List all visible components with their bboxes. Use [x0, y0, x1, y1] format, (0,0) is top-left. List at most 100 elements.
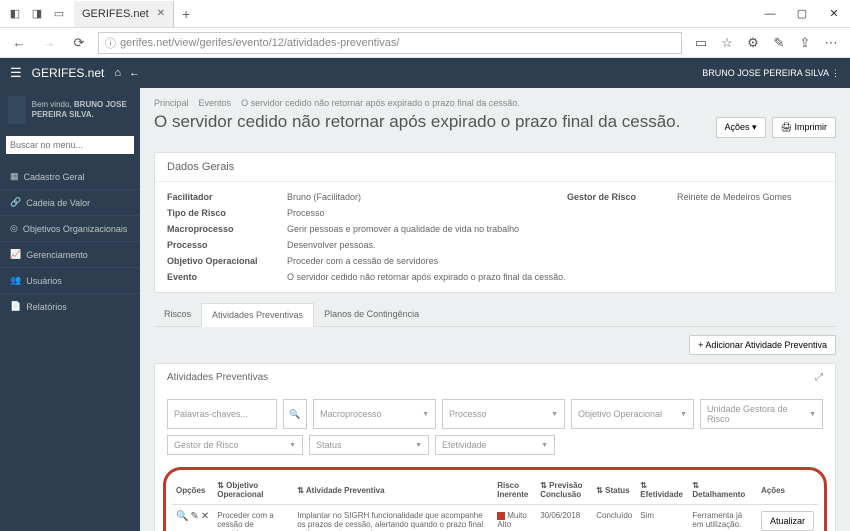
view-icon[interactable]: 🔍	[176, 511, 188, 522]
highlighted-table: Opções Objetivo Operacional Atividade Pr…	[163, 467, 827, 531]
cell-ativ: Implantar no SIGRH funcionalidade que ac…	[293, 505, 493, 531]
chart-icon: 📈	[10, 249, 21, 260]
back-button[interactable]: ←	[8, 32, 30, 54]
close-window-button[interactable]: ✕	[818, 1, 850, 27]
tab-title: GERIFES.net	[82, 8, 149, 20]
settings-icon[interactable]: ⚙	[742, 32, 764, 54]
col-previsao[interactable]: Previsão Conclusão	[536, 476, 592, 505]
new-tab-button[interactable]: +	[174, 6, 198, 22]
col-detalhamento[interactable]: Detalhamento	[688, 476, 757, 505]
edit-icon[interactable]: ✎	[190, 511, 198, 522]
panel-header: Dados Gerais	[155, 153, 835, 182]
notes-icon[interactable]: ✎	[768, 32, 790, 54]
filter-palavras[interactable]: Palavras-chaves...	[167, 399, 277, 429]
tab-left-icon[interactable]: ◧	[4, 3, 26, 25]
tab-bar: Riscos Atividades Preventivas Planos de …	[154, 303, 836, 327]
imprimir-button[interactable]: 🖨 Imprimir	[772, 117, 836, 138]
risk-badge-icon	[497, 512, 505, 520]
col-opcoes: Opções	[172, 476, 213, 505]
refresh-button[interactable]: ⟳	[68, 32, 90, 54]
share-icon[interactable]: ⇪	[794, 32, 816, 54]
chevron-down-icon: ▼	[415, 442, 422, 449]
sidebar-item-cadeia[interactable]: 🔗Cadeia de Valor	[0, 189, 140, 215]
brand-label: GERIFES.net	[32, 66, 105, 80]
filter-efetividade[interactable]: Efetividade▼	[435, 435, 555, 455]
col-atividade[interactable]: Atividade Preventiva	[293, 476, 493, 505]
tab-atividades[interactable]: Atividades Preventivas	[201, 303, 314, 327]
col-status[interactable]: Status	[592, 476, 636, 505]
breadcrumb: Principal Eventos O servidor cedido não …	[154, 98, 836, 108]
avatar	[8, 96, 26, 124]
maximize-button[interactable]: ▢	[786, 1, 818, 27]
sidebar-item-cadastro[interactable]: ▦Cadastro Geral	[0, 164, 140, 189]
cell-obj: Proceder com a cessão de servidores	[213, 505, 293, 531]
cell-risco: Muito Alto	[493, 505, 536, 531]
chevron-down-icon: ▼	[680, 411, 687, 418]
reading-icon[interactable]: ▭	[690, 32, 712, 54]
col-efetividade[interactable]: Efetividade	[636, 476, 688, 505]
page-title: O servidor cedido não retornar após expi…	[154, 112, 680, 132]
doc-icon: 📄	[10, 301, 21, 312]
filter-macro[interactable]: Macroprocesso▼	[313, 399, 436, 429]
table-row: 🔍 ✎ ✕ Proceder com a cessão de servidore…	[172, 505, 818, 531]
chevron-down-icon: ▼	[551, 411, 558, 418]
sidebar-item-relatorios[interactable]: 📄Relatórios	[0, 293, 140, 319]
info-icon: ⓘ	[105, 35, 116, 51]
chevron-down-icon: ▼	[541, 442, 548, 449]
welcome-text: Bem vindo, BRUNO JOSE PEREIRA SILVA.	[32, 100, 132, 119]
panel2-title: Atividades Preventivas	[167, 372, 268, 383]
dados-gerais-panel: Dados Gerais FacilitadorBruno (Facilitad…	[154, 152, 836, 293]
filter-unidade[interactable]: Unidade Gestora de Risco▼	[700, 399, 823, 429]
window-titlebar: ◧ ◨ ▭ GERIFES.net ✕ + — ▢ ✕	[0, 0, 850, 28]
sidebar-user-block: Bem vindo, BRUNO JOSE PEREIRA SILVA.	[0, 88, 140, 132]
browser-tab[interactable]: GERIFES.net ✕	[74, 1, 174, 27]
address-bar: ← → ⟳ ⓘ gerifes.net/view/gerifes/evento/…	[0, 28, 850, 58]
atividades-panel: Atividades Preventivas ⤢ Palavras-chaves…	[154, 363, 836, 531]
menu-search-input[interactable]	[6, 136, 134, 154]
menu-toggle-icon[interactable]: ☰	[10, 65, 22, 81]
cell-efet: Sim	[636, 505, 688, 531]
cell-status: Concluído	[592, 505, 636, 531]
acoes-button[interactable]: Ações ▾	[716, 117, 766, 138]
col-acoes: Ações	[757, 476, 818, 505]
filter-objetivo[interactable]: Objetivo Operacional▼	[571, 399, 694, 429]
more-icon[interactable]: ⋯	[820, 32, 842, 54]
col-objetivo[interactable]: Objetivo Operacional	[213, 476, 293, 505]
expand-icon[interactable]: ⤢	[815, 372, 823, 383]
chevron-down-icon: ▼	[809, 411, 816, 418]
users-icon: 👥	[10, 275, 21, 286]
filter-gestor[interactable]: Gestor de Risco▼	[167, 435, 303, 455]
add-atividade-button[interactable]: + Adicionar Atividade Preventiva	[689, 335, 836, 355]
grid-icon: ▦	[10, 171, 19, 182]
link-icon: 🔗	[10, 197, 21, 208]
target-icon: ◎	[10, 223, 18, 234]
sidebar-item-usuarios[interactable]: 👥Usuários	[0, 267, 140, 293]
sidebar: Bem vindo, BRUNO JOSE PEREIRA SILVA. ▦Ca…	[0, 88, 140, 531]
forward-button[interactable]: →	[38, 32, 60, 54]
minimize-button[interactable]: —	[754, 1, 786, 27]
home-icon[interactable]: ⌂	[114, 67, 121, 79]
page-icon: ▭	[48, 3, 70, 25]
chevron-down-icon: ▼	[289, 442, 296, 449]
filter-status[interactable]: Status▼	[309, 435, 429, 455]
cell-det: Ferramenta já em utilização.	[688, 505, 757, 531]
tab-right-icon[interactable]: ◨	[26, 3, 48, 25]
url-input[interactable]: ⓘ gerifes.net/view/gerifes/evento/12/ati…	[98, 32, 682, 54]
sidebar-item-gerenciamento[interactable]: 📈Gerenciamento	[0, 241, 140, 267]
chevron-down-icon: ▼	[422, 411, 429, 418]
table-header-row: Opções Objetivo Operacional Atividade Pr…	[172, 476, 818, 505]
filter-processo[interactable]: Processo▼	[442, 399, 565, 429]
app-back-icon[interactable]: ←	[129, 67, 140, 79]
tab-riscos[interactable]: Riscos	[154, 303, 201, 326]
atualizar-button[interactable]: Atualizar	[761, 511, 814, 531]
close-tab-icon[interactable]: ✕	[157, 8, 165, 19]
tab-planos[interactable]: Planos de Contingência	[314, 303, 429, 326]
app-topbar: ☰ GERIFES.net ⌂ ← BRUNO JOSE PEREIRA SIL…	[0, 58, 850, 88]
sidebar-item-objetivos[interactable]: ◎Objetivos Organizacionais	[0, 215, 140, 241]
topbar-user[interactable]: BRUNO JOSE PEREIRA SILVA ⋮	[702, 68, 840, 79]
search-button[interactable]: 🔍	[283, 399, 307, 429]
favorite-icon[interactable]: ☆	[716, 32, 738, 54]
delete-icon[interactable]: ✕	[201, 511, 209, 522]
content-area: Principal Eventos O servidor cedido não …	[140, 88, 850, 531]
col-risco[interactable]: Risco Inerente	[493, 476, 536, 505]
